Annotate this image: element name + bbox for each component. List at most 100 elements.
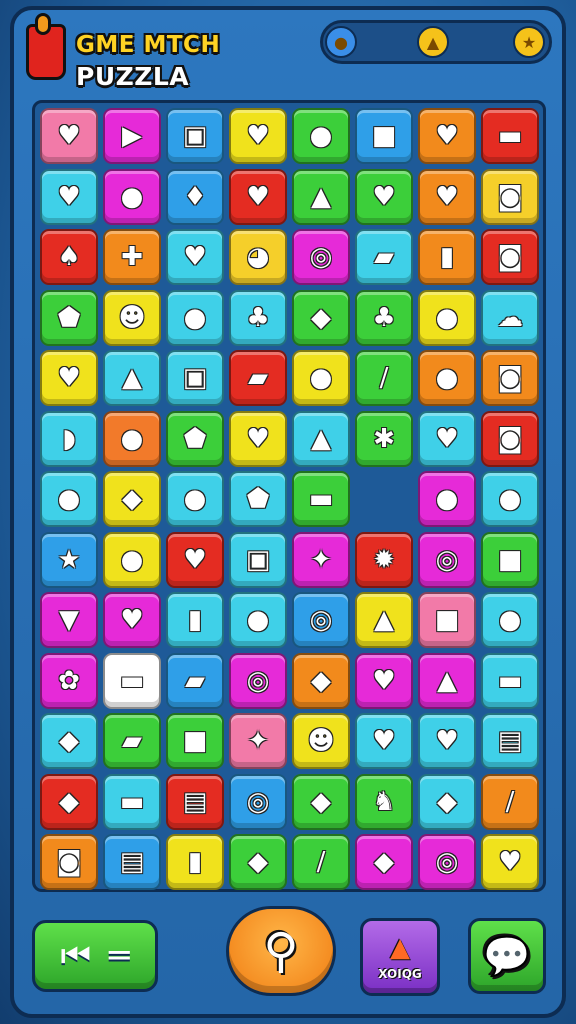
board-tile[interactable]: ♥ [166, 229, 224, 285]
board-tile[interactable]: ▤ [481, 713, 539, 769]
board-tile[interactable]: ◙ [481, 410, 539, 467]
board-tile[interactable]: ▰ [229, 350, 287, 406]
board-tile[interactable]: ♣ [229, 289, 287, 346]
hint-button[interactable]: 💬 [468, 918, 546, 994]
board-tile[interactable]: ♥ [418, 713, 476, 769]
board-tile[interactable]: ♠ [40, 229, 98, 285]
board-tile[interactable]: ● [481, 471, 539, 527]
board-tile[interactable]: ♥ [229, 410, 287, 467]
board-tile[interactable]: ▲ [418, 652, 476, 709]
board-tile[interactable]: ◗ [40, 410, 98, 467]
board-tile[interactable]: ♥ [229, 108, 287, 164]
board-tile[interactable]: ★ [40, 531, 98, 588]
board-tile[interactable]: ▬ [292, 471, 350, 527]
board-tile[interactable]: ♥ [418, 168, 476, 225]
board-tile[interactable]: ▬ [103, 652, 161, 709]
board-tile[interactable]: ▤ [103, 834, 161, 890]
board-tile[interactable]: / [355, 350, 413, 406]
globe-icon[interactable]: ● [325, 26, 357, 58]
board-tile[interactable]: ✹ [355, 531, 413, 588]
board-tile[interactable]: ▣ [166, 350, 224, 406]
board-tile[interactable]: ● [418, 350, 476, 406]
board-tile[interactable]: ● [229, 592, 287, 648]
board-tile[interactable]: ◆ [418, 773, 476, 830]
board-tile[interactable]: ♥ [229, 168, 287, 225]
board-tile[interactable]: ◙ [481, 168, 539, 225]
board-tile[interactable]: ◆ [103, 471, 161, 527]
board-tile[interactable]: ▮ [418, 229, 476, 285]
board-tile[interactable]: ▲ [292, 168, 350, 225]
board-tile[interactable]: / [481, 773, 539, 830]
board-tile[interactable]: ◆ [355, 834, 413, 890]
board-tile[interactable]: ◎ [292, 229, 350, 285]
board-tile[interactable]: ▣ [166, 108, 224, 164]
board-tile[interactable]: ◎ [229, 773, 287, 830]
board-tile[interactable]: ♥ [355, 168, 413, 225]
board-tile[interactable]: ♥ [418, 108, 476, 164]
board-tile[interactable]: ▬ [481, 108, 539, 164]
board-tile[interactable]: ◆ [40, 773, 98, 830]
board-tile[interactable]: ♥ [355, 652, 413, 709]
board-tile[interactable]: ▰ [166, 652, 224, 709]
board-tile[interactable]: ◙ [481, 229, 539, 285]
board-tile[interactable]: ▲ [103, 350, 161, 406]
board-tile[interactable]: ▤ [166, 773, 224, 830]
board-tile[interactable]: ♦ [166, 168, 224, 225]
board-tile[interactable]: ● [103, 410, 161, 467]
board-tile[interactable]: ▼ [40, 592, 98, 648]
board-tile[interactable]: ✚ [103, 229, 161, 285]
board-tile[interactable]: ♥ [481, 834, 539, 890]
board-tile[interactable]: ▮ [166, 592, 224, 648]
board-tile[interactable]: ■ [418, 592, 476, 648]
board-tile[interactable]: ● [292, 108, 350, 164]
board-tile[interactable]: ✱ [355, 410, 413, 467]
board-tile[interactable]: ⬟ [229, 471, 287, 527]
board-tile[interactable]: ▰ [355, 229, 413, 285]
board-tile[interactable]: ◙ [481, 350, 539, 406]
board-tile[interactable]: ♥ [355, 713, 413, 769]
board-tile[interactable]: ■ [355, 108, 413, 164]
board-tile[interactable]: ● [292, 350, 350, 406]
board-tile[interactable]: ◆ [292, 652, 350, 709]
board-tile[interactable]: ◙ [40, 834, 98, 890]
board-tile[interactable]: ☻ [292, 713, 350, 769]
board-tile[interactable]: ♥ [40, 168, 98, 225]
board-tile[interactable]: ▶ [103, 108, 161, 164]
board-tile[interactable]: ◕ [229, 229, 287, 285]
board-tile[interactable]: ● [481, 592, 539, 648]
board-tile[interactable]: ⬟ [40, 289, 98, 346]
board-tile[interactable]: ▬ [103, 773, 161, 830]
board-tile[interactable]: ♞ [355, 773, 413, 830]
board-tile[interactable]: ● [40, 471, 98, 527]
board-tile[interactable]: ♥ [40, 350, 98, 406]
board-tile[interactable]: ◆ [40, 713, 98, 769]
board-tile[interactable]: ▮ [166, 834, 224, 890]
board-tile[interactable]: ♥ [166, 531, 224, 588]
board-tile[interactable]: ◎ [418, 531, 476, 588]
board-tile[interactable]: ● [418, 289, 476, 346]
board-tile[interactable]: ▰ [103, 713, 161, 769]
board-tile[interactable]: ♥ [103, 592, 161, 648]
booster-button[interactable]: ▲ XOIQG [360, 918, 440, 996]
board-tile[interactable]: ♥ [418, 410, 476, 467]
board-tile[interactable]: ◎ [292, 592, 350, 648]
board-tile[interactable]: ✦ [292, 531, 350, 588]
board-tile[interactable]: ♥ [40, 108, 98, 164]
bell-icon[interactable]: ▲ [417, 26, 449, 58]
board-tile[interactable]: ♣ [355, 289, 413, 346]
board-tile[interactable]: ● [103, 168, 161, 225]
board-tile[interactable]: ■ [166, 713, 224, 769]
board-tile[interactable]: ● [166, 471, 224, 527]
board-tile[interactable]: ● [103, 531, 161, 588]
board-tile[interactable]: ◆ [229, 834, 287, 890]
board-tile[interactable]: ▲ [292, 410, 350, 467]
board-tile[interactable]: / [292, 834, 350, 890]
star-icon[interactable]: ★ [513, 26, 545, 58]
board-tile[interactable]: ✦ [229, 713, 287, 769]
back-button[interactable]: ⏮ ═ [32, 920, 158, 992]
board-tile[interactable]: ▬ [481, 652, 539, 709]
board-tile[interactable]: ◆ [292, 289, 350, 346]
board-tile[interactable]: ☁ [481, 289, 539, 346]
board-tile[interactable]: ■ [481, 531, 539, 588]
board-tile[interactable]: ▲ [355, 592, 413, 648]
